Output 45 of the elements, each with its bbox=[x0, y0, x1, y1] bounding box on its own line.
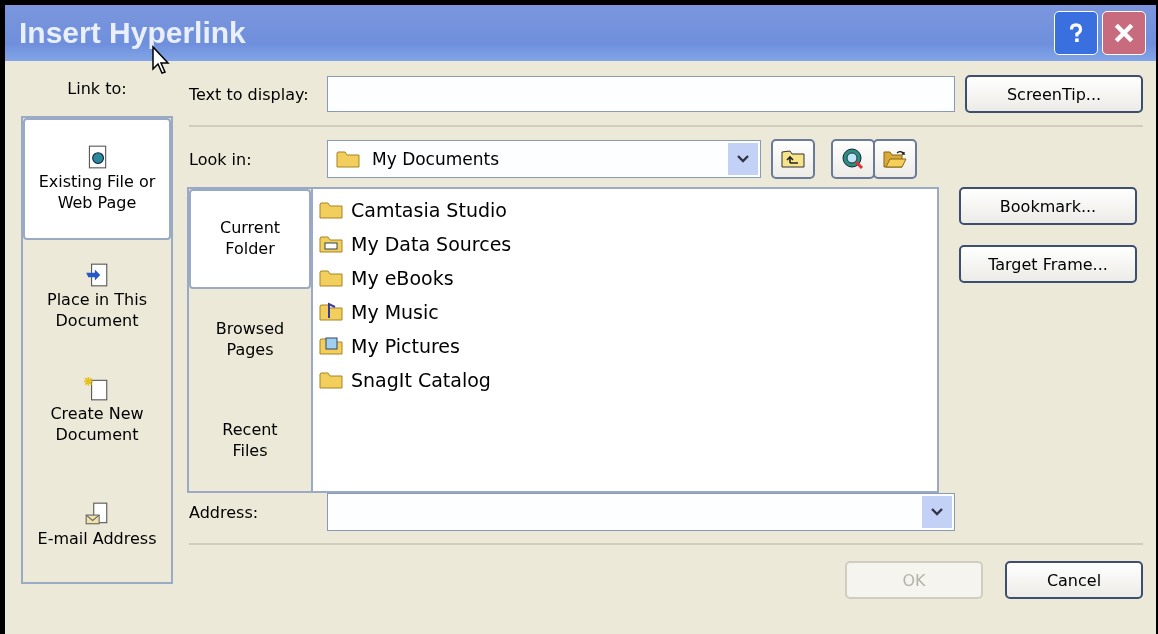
folder-icon bbox=[319, 200, 343, 220]
screentip-button[interactable]: ScreenTip... bbox=[965, 75, 1143, 113]
text-to-display-field[interactable] bbox=[327, 76, 955, 112]
file-list-item[interactable]: SnagIt Catalog bbox=[319, 363, 931, 397]
globe-magnifier-icon bbox=[841, 147, 865, 171]
cancel-button[interactable]: Cancel bbox=[1005, 561, 1143, 599]
close-icon bbox=[1113, 22, 1135, 44]
help-button[interactable] bbox=[1054, 11, 1098, 55]
browse-tab[interactable]: Browsed Pages bbox=[189, 289, 311, 390]
window-title: Insert Hyperlink bbox=[19, 16, 246, 50]
open-folder-icon bbox=[883, 149, 907, 169]
folder-icon bbox=[319, 370, 343, 390]
look-in-dropdown[interactable]: My Documents bbox=[327, 140, 761, 178]
target-frame-button[interactable]: Target Frame... bbox=[959, 245, 1137, 283]
folder-icon bbox=[319, 336, 343, 356]
folder-icon bbox=[336, 149, 360, 169]
link-to-item[interactable]: Place in This Document bbox=[23, 240, 171, 354]
folder-icon bbox=[319, 268, 343, 288]
link-to-item[interactable]: Existing File or Web Page bbox=[23, 118, 171, 240]
folder-icon bbox=[319, 302, 343, 322]
document-arrow-icon bbox=[84, 262, 110, 289]
text-to-display-label: Text to display: bbox=[189, 84, 310, 104]
folder-icon bbox=[319, 234, 343, 254]
file-list-item[interactable]: My Data Sources bbox=[319, 227, 931, 261]
browse-web-button[interactable] bbox=[831, 139, 875, 179]
new-document-icon bbox=[84, 376, 110, 403]
file-list-item[interactable]: My Music bbox=[319, 295, 931, 329]
up-one-folder-button[interactable] bbox=[771, 139, 815, 179]
address-dropdown[interactable] bbox=[327, 493, 955, 531]
look-in-label: Look in: bbox=[189, 149, 253, 169]
file-list-item[interactable]: My Pictures bbox=[319, 329, 931, 363]
open-folder-button[interactable] bbox=[873, 139, 917, 179]
browse-tab[interactable]: Current Folder bbox=[189, 189, 311, 289]
close-button[interactable] bbox=[1102, 11, 1146, 55]
question-mark-icon bbox=[1067, 21, 1085, 45]
file-list-item[interactable]: Camtasia Studio bbox=[319, 193, 931, 227]
link-to-label: Link to: bbox=[67, 79, 127, 98]
browse-tab[interactable]: Recent Files bbox=[189, 390, 311, 491]
folder-up-icon bbox=[781, 149, 805, 169]
link-to-item[interactable]: E-mail Address bbox=[23, 468, 171, 582]
file-list-item[interactable]: My eBooks bbox=[319, 261, 931, 295]
link-to-item[interactable]: Create New Document bbox=[23, 354, 171, 468]
address-label: Address: bbox=[189, 502, 260, 522]
bookmark-button[interactable]: Bookmark... bbox=[959, 187, 1137, 225]
document-envelope-icon bbox=[84, 500, 110, 527]
